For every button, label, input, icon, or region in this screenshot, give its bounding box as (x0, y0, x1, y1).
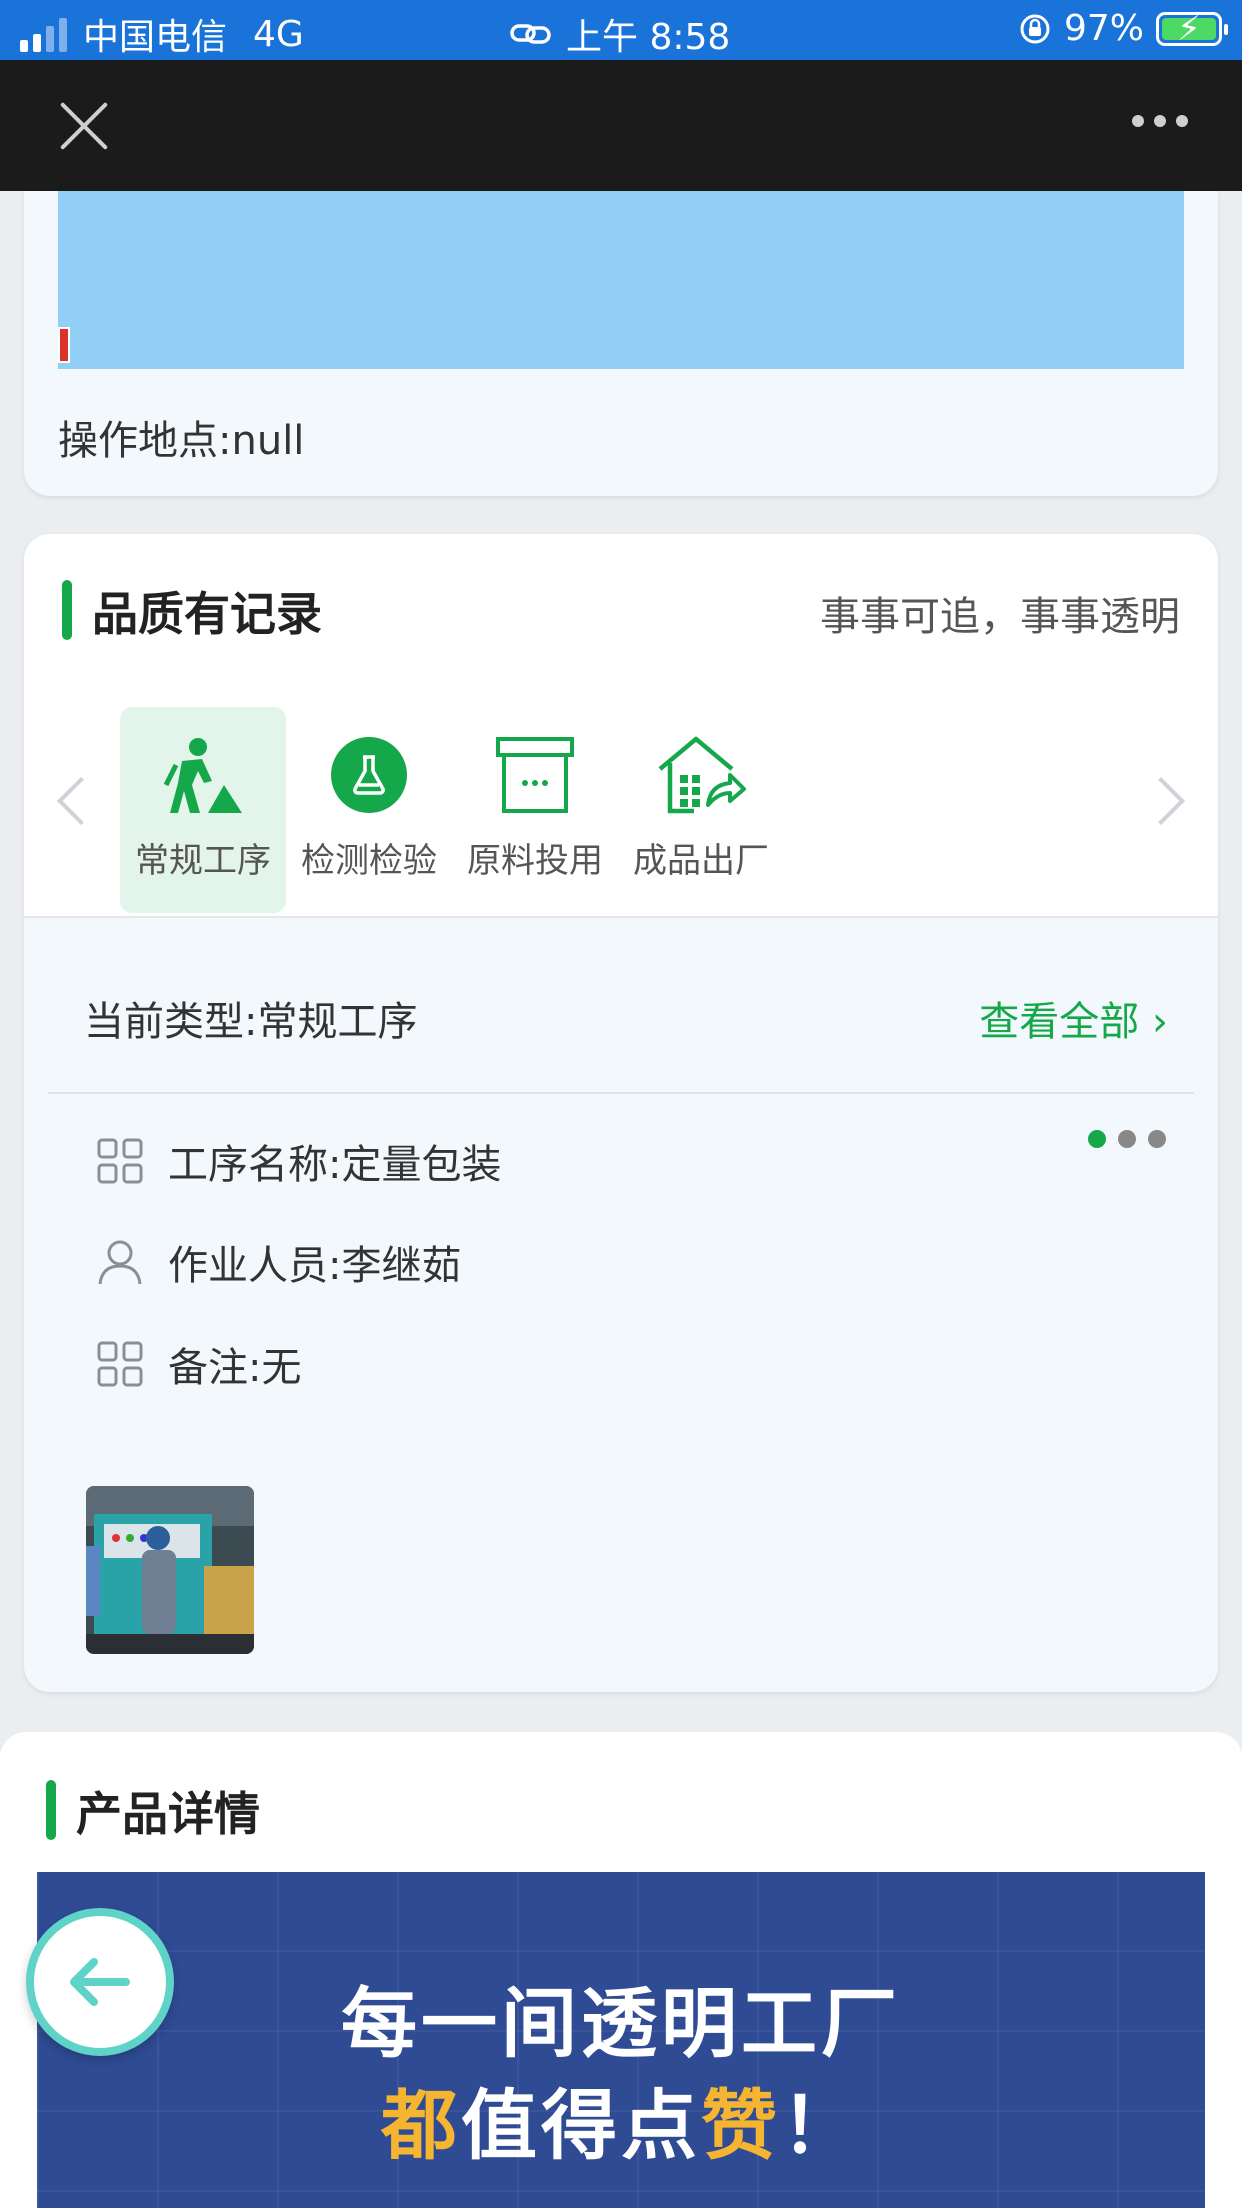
quality-header: 品质有记录 事事可追，事事透明 常规工序 检测检验 原料投用 成品出厂 (24, 534, 1218, 918)
back-button[interactable] (26, 1908, 174, 2056)
grid-icon (97, 1341, 143, 1387)
clock: 上午 8:58 (566, 17, 731, 58)
tab-product-shipping[interactable]: 成品出厂 (618, 707, 784, 913)
link-icon (510, 24, 551, 44)
tab-label: 常规工序 (135, 841, 271, 881)
arrow-left-icon (70, 1958, 130, 2006)
close-button[interactable] (58, 100, 110, 152)
person-icon (98, 1240, 142, 1285)
status-bar: 中国电信 4G 上午 8:58 97% ⚡ (0, 0, 1242, 60)
section-title: 产品详情 (76, 1787, 260, 1841)
current-type: 当前类型:常规工序 (84, 999, 418, 1045)
battery-icon: ⚡ (1156, 9, 1228, 49)
signal-icon (20, 16, 67, 52)
field-remarks: 备注: 无 (96, 1334, 301, 1394)
tab-inspection[interactable]: 检测检验 (286, 707, 452, 913)
tab-raw-materials[interactable]: 原料投用 (452, 707, 618, 913)
nav-bar (0, 60, 1242, 191)
product-banner: 每一间透明工厂 都值得点赞！ (37, 1872, 1205, 2208)
product-detail-card: 产品详情 每一间透明工厂 都值得点赞！ (0, 1732, 1242, 2208)
tab-routine-process[interactable]: 常规工序 (120, 707, 286, 913)
banner-subheadline: 都值得点赞！ (381, 2081, 861, 2170)
worker-icon (163, 738, 242, 813)
operation-record-card: 操作地点:null (24, 191, 1218, 496)
next-arrow[interactable] (1136, 776, 1186, 826)
banner-headline: 每一间透明工厂 (341, 1979, 901, 2068)
more-options-button[interactable] (1132, 115, 1188, 127)
carrier-name: 中国电信 (83, 17, 228, 58)
field-operator: 作业人员: 李继茹 (96, 1232, 461, 1292)
rotation-lock-icon (1020, 14, 1050, 43)
divider (48, 1092, 1194, 1094)
prev-arrow[interactable] (56, 776, 106, 826)
page-indicator (1088, 1130, 1166, 1148)
factory-share-icon (658, 736, 746, 814)
box-icon (496, 737, 574, 813)
tab-label: 检测检验 (301, 841, 437, 881)
thumbnail-image[interactable] (58, 327, 70, 363)
section-title: 品质有记录 (92, 587, 322, 641)
title-accent-bar (46, 1780, 56, 1840)
record-image-area (58, 191, 1184, 369)
section-slogan: 事事可追，事事透明 (820, 594, 1180, 640)
operation-location: 操作地点:null (58, 418, 305, 464)
quality-record-card: 品质有记录 事事可追，事事透明 常规工序 检测检验 原料投用 成品出厂 当前类型… (24, 534, 1218, 1692)
view-all-link[interactable]: 查看全部 › (979, 989, 1168, 1047)
record-type-tabs: 常规工序 检测检验 原料投用 成品出厂 (120, 707, 784, 913)
flask-icon (331, 737, 407, 813)
grid-icon (97, 1138, 143, 1184)
battery-percent: 97% (1063, 8, 1144, 49)
process-photo[interactable] (86, 1486, 254, 1654)
title-accent-bar (62, 580, 72, 640)
network-type: 4G (253, 13, 304, 55)
tab-label: 原料投用 (467, 841, 603, 881)
tab-label: 成品出厂 (633, 841, 769, 881)
field-process-name: 工序名称: 定量包装 (96, 1131, 501, 1191)
